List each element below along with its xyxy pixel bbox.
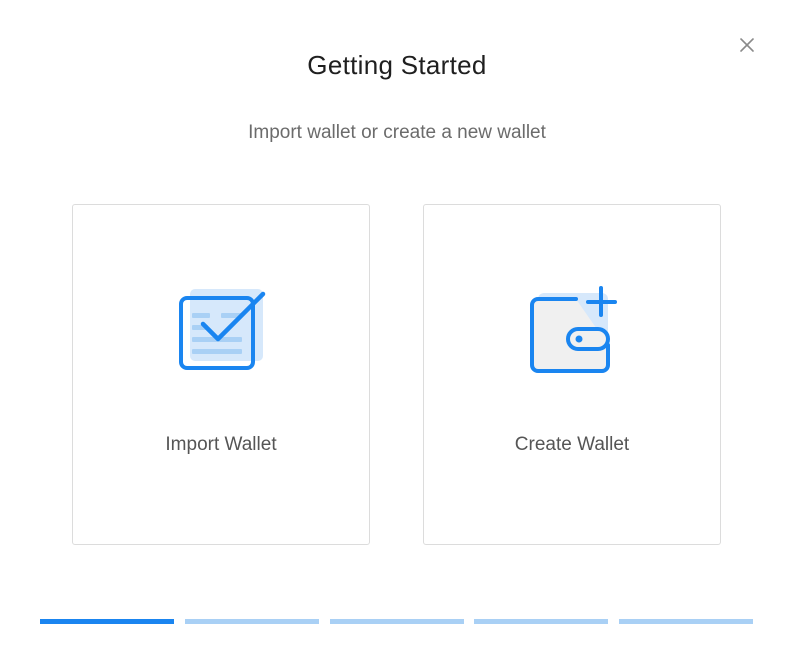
dialog-title: Getting Started <box>307 50 487 80</box>
import-wallet-icon <box>173 285 269 375</box>
import-wallet-label: Import Wallet <box>165 434 277 455</box>
progress-steps <box>40 619 754 624</box>
progress-step <box>619 619 753 624</box>
progress-step <box>474 619 608 624</box>
progress-step <box>185 619 319 624</box>
getting-started-dialog: Getting Started Import wallet or create … <box>0 0 794 663</box>
create-wallet-card[interactable]: Create Wallet <box>423 204 721 545</box>
progress-step <box>40 619 174 624</box>
create-wallet-icon <box>524 285 620 375</box>
dialog-subtitle: Import wallet or create a new wallet <box>248 122 546 143</box>
progress-step <box>330 619 464 624</box>
import-wallet-card[interactable]: Import Wallet <box>72 204 370 545</box>
create-wallet-label: Create Wallet <box>514 434 630 455</box>
